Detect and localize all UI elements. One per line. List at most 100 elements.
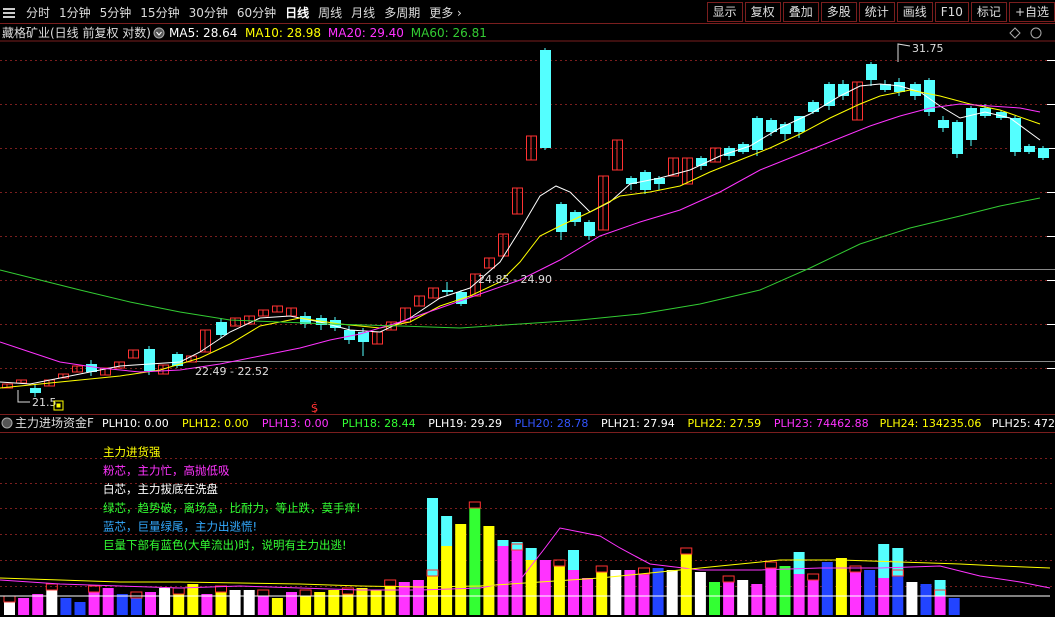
- volume-bar: [18, 598, 30, 615]
- ma-label: MA60: 26.81: [411, 26, 487, 40]
- indicator-name: 主力进场资金F: [15, 415, 94, 430]
- volume-bar: [779, 566, 791, 615]
- event-marker-core: [56, 403, 61, 408]
- high-price-label: 31.75: [912, 42, 944, 55]
- indicator-value: PLH25: 47298.73: [992, 417, 1055, 430]
- ma10-line: [0, 89, 1041, 389]
- candle-body: [966, 108, 977, 140]
- volume-bar: [525, 560, 537, 615]
- indicator-settings-icon[interactable]: [1, 417, 13, 429]
- volume-bar-cap: [427, 498, 438, 576]
- volume-bar: [441, 546, 453, 615]
- volume-bar: [257, 596, 269, 615]
- volume-bar: [765, 568, 777, 615]
- candle-body: [172, 354, 183, 366]
- candle-body: [1038, 148, 1049, 158]
- volume-bar: [469, 508, 481, 615]
- volume-bar: [32, 594, 44, 615]
- indicator-value: PLH24: 134235.06: [880, 417, 982, 430]
- indicator-note: 主力进货强: [103, 445, 161, 459]
- volume-bar: [412, 580, 424, 615]
- volume-bar: [511, 550, 523, 615]
- volume-bar-cap: [441, 516, 453, 546]
- volume-bar: [187, 584, 199, 615]
- high-pointer: [897, 43, 911, 62]
- volume-bar: [948, 598, 960, 615]
- candlestick-series: [2, 48, 1049, 397]
- volume-outline: [468, 501, 481, 509]
- volume-bar: [751, 584, 763, 615]
- indicator-value: PLH23: 74462.88: [774, 417, 869, 430]
- candle-body: [808, 102, 819, 112]
- candle-body: [556, 204, 567, 232]
- volume-bar: [102, 588, 114, 615]
- volume-bar: [300, 596, 312, 615]
- volume-bar: [286, 592, 297, 615]
- volume-bar: [60, 598, 72, 615]
- settings-icon[interactable]: [153, 27, 165, 39]
- volume-bar: [46, 590, 58, 615]
- low-pointer: [17, 390, 30, 403]
- diamond-icon[interactable]: [1009, 27, 1021, 39]
- indicator-value: PLH21: 27.94: [601, 417, 675, 430]
- volume-outline: [384, 579, 397, 587]
- volume-outline: [764, 561, 777, 569]
- candle-body: [866, 64, 877, 80]
- indicator-value: PLH12: 0.00: [182, 417, 249, 430]
- indicator-value: PLH20: 28.78: [515, 417, 589, 430]
- volume-bar: [271, 598, 283, 615]
- indicator-note: 巨量下部有蓝色(大单流出)时，说明有主力出逃!: [103, 538, 347, 552]
- ma-label: MA5: 28.64: [169, 26, 237, 40]
- indicator-value: PLH18: 28.44: [342, 417, 416, 430]
- candle-body: [1010, 118, 1021, 152]
- volume-bar: [159, 588, 171, 615]
- candle-body: [30, 388, 41, 393]
- volume-bar: [864, 570, 876, 615]
- candle-body: [952, 122, 963, 154]
- volume-bar: [723, 582, 735, 615]
- volume-bar-cap: [497, 540, 509, 546]
- volume-bar: [652, 568, 664, 615]
- volume-outline: [130, 591, 143, 599]
- volume-bar: [680, 554, 692, 615]
- ma20-line: [0, 103, 1041, 373]
- volume-bar: [694, 572, 706, 615]
- candle-body: [216, 322, 227, 335]
- gap-upper-label: 24.85 - 24.90: [478, 273, 552, 286]
- volume-bar: [201, 594, 213, 615]
- low-price-label: 21.5: [32, 396, 57, 409]
- volume-outline: [3, 595, 16, 603]
- ma5-line: [0, 83, 1041, 385]
- volume-bar: [229, 590, 241, 615]
- volume-bar: [737, 580, 749, 615]
- circle-icon[interactable]: [1030, 27, 1042, 39]
- volume-bar: [666, 570, 678, 615]
- volume-bar: [835, 558, 847, 615]
- volume-bar: [638, 574, 650, 615]
- candle-body: [1024, 146, 1035, 152]
- volume-outline: [257, 589, 270, 597]
- volume-bar: [88, 592, 100, 615]
- volume-series: [3, 498, 960, 615]
- volume-outline: [172, 587, 185, 595]
- volume-outline: [299, 589, 312, 597]
- ma-label: MA10: 28.98: [245, 26, 321, 40]
- candle-body: [358, 332, 369, 342]
- volume-bar-cap: [525, 548, 537, 560]
- volume-bar: [342, 594, 354, 615]
- volume-outline: [680, 547, 693, 555]
- volume-bar: [130, 598, 142, 615]
- volume-bar: [243, 590, 255, 615]
- volume-bar: [173, 594, 185, 615]
- indicator-value: PLH22: 27.59: [687, 417, 761, 430]
- ma60-line: [0, 197, 1041, 329]
- volume-bar: [539, 560, 551, 615]
- indicator-note: 蓝芯，巨量绿尾，主力出逃慌!: [103, 519, 257, 533]
- volume-bar: [624, 570, 636, 615]
- volume-bar-cap: [568, 550, 579, 570]
- volume-bar: [906, 582, 918, 615]
- volume-outline: [595, 565, 608, 573]
- volume-bar: [356, 588, 368, 615]
- volume-bar: [807, 580, 819, 615]
- candle-body: [584, 222, 595, 236]
